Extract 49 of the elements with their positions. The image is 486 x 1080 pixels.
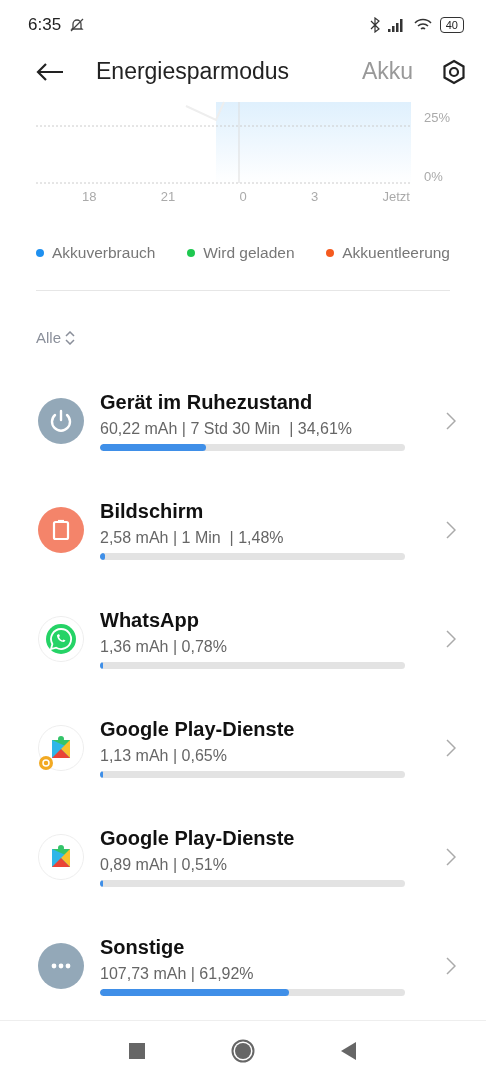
usage-detail: 1,13 mAh | 0,65%	[100, 746, 228, 765]
filter-dropdown[interactable]: Alle	[36, 329, 75, 347]
puzzle-icon	[38, 724, 84, 771]
battery-tab[interactable]: Akku	[362, 58, 432, 86]
chat-bubble-icon	[38, 615, 84, 662]
wifi-icon	[413, 17, 432, 32]
chevron-right-icon[interactable]	[446, 847, 456, 866]
usage-detail: 1,36 mAh | 0,78%	[100, 637, 228, 656]
app-name: Gerät im Ruhezustand	[100, 390, 314, 414]
bluetooth-icon	[369, 16, 380, 33]
back-arrow-icon[interactable]	[36, 61, 64, 82]
puzzle-icon	[38, 833, 84, 880]
usage-detail: 60,22 mAh | 7 Std 30 Min | 34,61%	[100, 419, 353, 438]
settings-icon[interactable]	[442, 58, 466, 85]
chevron-right-icon[interactable]	[446, 956, 456, 975]
axis-label: 0	[239, 188, 247, 204]
axis-label: 0%	[424, 169, 444, 185]
axis-label: 25%	[424, 110, 450, 126]
home-icon[interactable]	[231, 1038, 255, 1063]
usage-detail: 2,58 mAh | 1 Min | 1,48%	[100, 528, 285, 547]
chevron-right-icon[interactable]	[446, 520, 456, 539]
usage-detail: 107,73 mAh | 61,92%	[100, 964, 255, 983]
legend-label: Wird geladen	[203, 244, 295, 263]
sort-icon	[65, 330, 75, 345]
chevron-right-icon[interactable]	[446, 629, 456, 648]
screen-icon	[38, 506, 84, 553]
legend-label: Akkuverbrauch	[52, 244, 156, 263]
more-icon	[38, 942, 84, 989]
power-icon	[38, 397, 84, 444]
axis-label: 18	[82, 188, 97, 204]
signal-icon	[387, 17, 406, 32]
axis-label: Jetzt	[382, 188, 410, 204]
chevron-right-icon[interactable]	[446, 738, 456, 757]
legend-label: Akkuentleerung	[342, 244, 450, 263]
axis-label: 21	[160, 188, 176, 204]
app-name: Bildschirm	[100, 499, 205, 523]
page-title: Energiesparmodus	[96, 58, 290, 86]
recents-icon[interactable]	[129, 1042, 145, 1059]
app-name: Sonstige	[100, 935, 186, 959]
battery-level: 40	[439, 16, 464, 33]
chevron-right-icon[interactable]	[446, 411, 456, 430]
app-name: Google Play-Dienste	[100, 826, 296, 850]
back-icon[interactable]	[341, 1041, 357, 1060]
axis-label: 3	[311, 188, 319, 204]
status-time: 6:35	[28, 14, 62, 35]
bell-off-icon	[69, 16, 86, 33]
usage-detail: 0,89 mAh | 0,51%	[100, 855, 228, 874]
app-name: Google Play-Dienste	[100, 717, 296, 741]
app-name: WhatsApp	[100, 608, 200, 632]
